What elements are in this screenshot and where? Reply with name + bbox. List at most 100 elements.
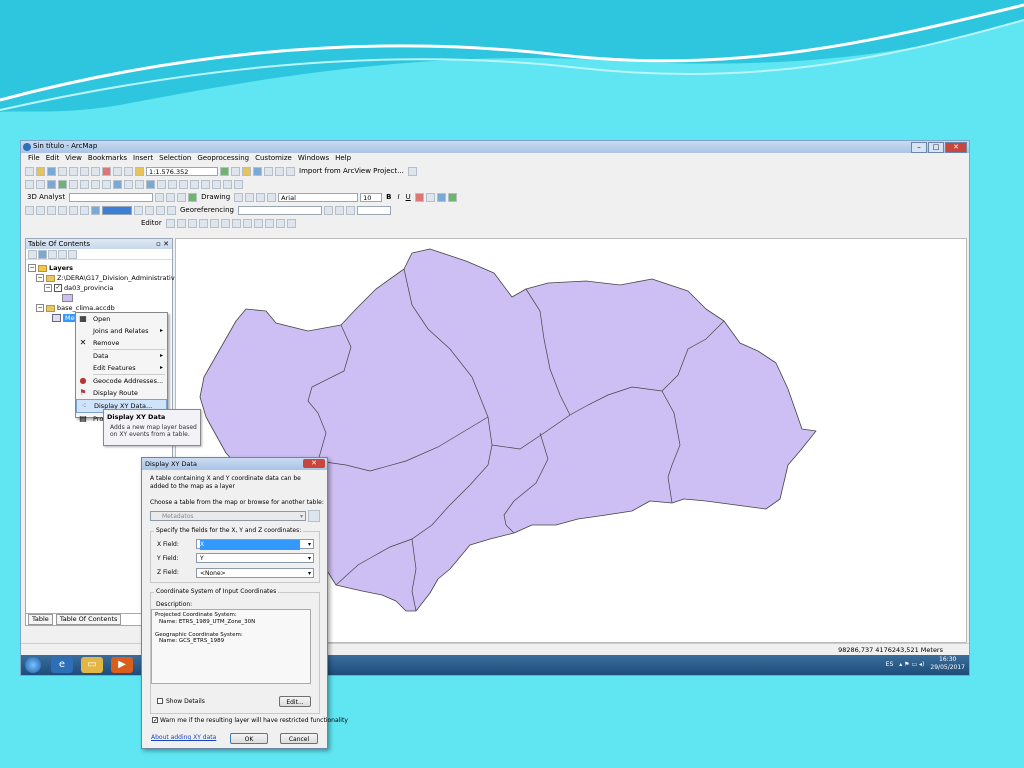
tree-folder-node[interactable]: − Z:\DERA\G17_Division_Administrativa [28, 273, 179, 283]
editor-tool-icon[interactable] [275, 218, 285, 228]
menu-geoprocessing[interactable]: Geoprocessing [194, 153, 252, 164]
rotate-angle-input[interactable] [356, 205, 391, 215]
undo-icon[interactable] [113, 166, 122, 176]
select-pointer-icon[interactable] [234, 192, 244, 202]
z-field-select[interactable]: <None> ▾ [196, 568, 314, 578]
editor-menu[interactable]: Editor [139, 219, 164, 227]
marker-color-icon[interactable] [447, 192, 457, 202]
editor-tool-icon[interactable] [209, 218, 219, 228]
hyperlink-icon[interactable] [157, 179, 166, 189]
georef-tool-icon[interactable] [323, 205, 333, 215]
start-button-icon[interactable] [25, 657, 41, 673]
tab-table[interactable]: Table [28, 614, 53, 625]
python-icon[interactable] [275, 166, 284, 176]
3d-analyst-layer-select[interactable] [69, 192, 154, 202]
layer-visibility-checkbox[interactable]: ✓ [54, 284, 62, 292]
line-color-icon[interactable] [436, 192, 446, 202]
color-swatch-select[interactable] [102, 205, 132, 215]
print-icon[interactable] [58, 166, 67, 176]
layout-tool-icon[interactable] [167, 205, 176, 215]
font-color-icon[interactable] [414, 192, 424, 202]
edit-tool-icon[interactable] [80, 205, 89, 215]
measure-icon[interactable] [179, 179, 188, 189]
open-icon[interactable] [36, 166, 45, 176]
redo-icon[interactable] [124, 166, 133, 176]
editor-toolbar-icon[interactable] [220, 166, 229, 176]
x-field-select[interactable]: X ▾ [196, 539, 314, 550]
edit-tool-icon[interactable] [36, 205, 45, 215]
editor-tool-icon[interactable] [187, 218, 197, 228]
drawing-menu[interactable]: Drawing [199, 193, 232, 201]
list-by-drawing-order-icon[interactable] [28, 250, 37, 259]
collapse-icon[interactable]: − [36, 304, 44, 312]
show-details-checkbox[interactable] [157, 698, 163, 704]
edit-tool-icon[interactable] [58, 205, 67, 215]
fixed-zoom-in-icon[interactable] [69, 179, 78, 189]
language-indicator[interactable]: ES [886, 661, 894, 668]
browse-folder-icon[interactable] [308, 510, 320, 522]
find-icon[interactable] [190, 179, 199, 189]
menu-item-remove[interactable]: ✕ Remove [76, 337, 167, 349]
close-window-button[interactable]: ✕ [945, 142, 967, 153]
italic-button[interactable]: I [396, 193, 402, 201]
full-extent-icon[interactable] [58, 179, 67, 189]
ok-button[interactable]: OK [230, 733, 268, 744]
identify-icon[interactable] [146, 179, 155, 189]
forward-extent-icon[interactable] [102, 179, 111, 189]
pan-icon[interactable] [47, 179, 56, 189]
media-player-icon[interactable]: ▶ [111, 657, 133, 673]
menu-item-route-events[interactable]: ⚑Display Route Events... [76, 387, 167, 410]
editor-tool-icon[interactable] [198, 218, 208, 228]
save-icon[interactable] [47, 166, 56, 176]
layout-tool-icon[interactable] [156, 205, 165, 215]
file-explorer-icon[interactable]: ▭ [81, 657, 103, 673]
y-field-select[interactable]: Y ▾ [196, 553, 314, 563]
menu-file[interactable]: File [25, 153, 43, 164]
go-to-xy-icon[interactable] [212, 179, 221, 189]
find-route-icon[interactable] [201, 179, 210, 189]
menu-item-open[interactable]: ▦ Open [76, 313, 167, 325]
underline-button[interactable]: U [404, 193, 413, 201]
toc-window-icon[interactable] [231, 166, 240, 176]
rotate-icon[interactable] [245, 192, 255, 202]
menu-item-edit-features[interactable]: Edit Features ▸ [76, 362, 167, 374]
font-size-select[interactable]: 10 [360, 192, 383, 202]
toolbar-options-icon[interactable] [407, 166, 417, 176]
layout-tool-icon[interactable] [134, 205, 143, 215]
tab-table-of-contents[interactable]: Table Of Contents [55, 614, 122, 625]
copy-icon[interactable] [80, 166, 89, 176]
text-icon[interactable] [267, 192, 277, 202]
georeferencing-menu[interactable]: Georeferencing [178, 206, 236, 214]
menu-selection[interactable]: Selection [156, 153, 194, 164]
internet-explorer-icon[interactable]: e [51, 657, 73, 673]
clear-selection-icon[interactable] [124, 179, 133, 189]
3d-tool-icon[interactable] [177, 192, 187, 202]
zoom-in-icon[interactable] [25, 179, 34, 189]
warn-checkbox[interactable]: ✓ [152, 717, 158, 724]
fixed-zoom-out-icon[interactable] [80, 179, 89, 189]
cut-icon[interactable] [69, 166, 78, 176]
edit-crs-button[interactable]: Edit... [279, 696, 311, 707]
collapse-icon[interactable]: − [28, 264, 36, 272]
edit-tool-icon[interactable] [47, 205, 56, 215]
scale-input[interactable]: 1:1.576.352 [146, 166, 218, 176]
collapse-icon[interactable]: − [44, 284, 52, 292]
edit-tool-icon[interactable] [25, 205, 34, 215]
editor-tool-icon[interactable] [176, 218, 186, 228]
back-extent-icon[interactable] [91, 179, 100, 189]
tree-layer-node[interactable]: − ✓ da03_provincia [28, 283, 179, 293]
list-by-visibility-icon[interactable] [48, 250, 57, 259]
cancel-button[interactable]: Cancel [280, 733, 318, 744]
layer-symbol[interactable] [28, 293, 179, 303]
edit-tool-icon[interactable] [69, 205, 78, 215]
editor-tool-icon[interactable] [220, 218, 230, 228]
arctoolbox-icon[interactable] [264, 166, 273, 176]
zoom-out-icon[interactable] [36, 179, 45, 189]
color-picker-icon[interactable] [91, 205, 100, 215]
editor-tool-icon[interactable] [242, 218, 252, 228]
menu-item-geocode[interactable]: ● Geocode Addresses... [76, 375, 167, 387]
menu-customize[interactable]: Customize [252, 153, 295, 164]
menu-bookmarks[interactable]: Bookmarks [85, 153, 130, 164]
time-slider-icon[interactable] [223, 179, 232, 189]
minimize-button[interactable]: – [911, 142, 927, 153]
